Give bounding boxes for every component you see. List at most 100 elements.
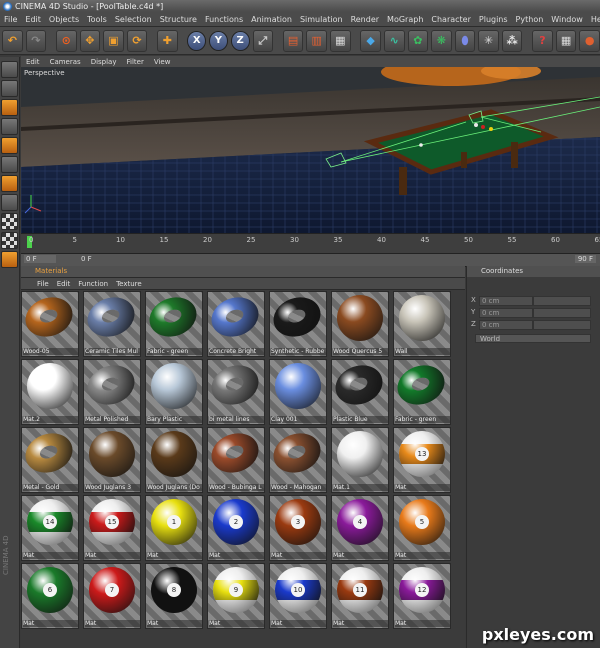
material-swatch[interactable]: Wood - Mahogan	[269, 427, 327, 493]
material-swatch[interactable]: 5 Mat	[393, 495, 451, 561]
menu-character[interactable]: Character	[427, 15, 475, 24]
edges-mode-icon[interactable]	[1, 156, 18, 173]
size-y-field[interactable]	[533, 308, 591, 318]
menu-functions[interactable]: Functions	[201, 15, 247, 24]
deformer-icon[interactable]: ⬮	[454, 29, 476, 52]
render-picture-viewer-icon[interactable]: ▥	[306, 29, 328, 52]
material-swatch[interactable]: Wood Juglans 3	[83, 427, 141, 493]
material-swatch[interactable]: Ceramic Tiles Mul	[83, 291, 141, 357]
menu-window[interactable]: Window	[547, 15, 587, 24]
z-axis-lock-button[interactable]: Z	[230, 30, 250, 51]
size-x-field[interactable]	[533, 296, 591, 306]
menu-objects[interactable]: Objects	[45, 15, 83, 24]
end-frame-field[interactable]: 90 F	[574, 255, 596, 263]
frame-range-bar[interactable]: 0 F 0 F 90 F	[21, 253, 600, 267]
material-swatch[interactable]: Wood Juglans (Do	[145, 427, 203, 493]
menu-render[interactable]: Render	[347, 15, 383, 24]
menu-animation[interactable]: Animation	[247, 15, 296, 24]
timeline[interactable]: 0 5 10 15 20 25 30 35 40 45 50 55 60 65	[21, 233, 600, 254]
size-z-field[interactable]	[533, 320, 591, 330]
menu-mograph[interactable]: MoGraph	[383, 15, 427, 24]
undo-button[interactable]: ↶	[2, 29, 23, 52]
cube-primitive-icon[interactable]: ◆	[360, 29, 381, 52]
recent-tools-icon[interactable]: ✚	[157, 29, 178, 52]
help-pointer-icon[interactable]: ?	[532, 29, 553, 52]
menu-selection[interactable]: Selection	[111, 15, 156, 24]
material-swatch[interactable]: Wall	[393, 291, 451, 357]
material-swatch[interactable]: Synthetic - Rubbe	[269, 291, 327, 357]
points-mode-icon[interactable]	[1, 137, 18, 154]
menu-tools[interactable]: Tools	[83, 15, 111, 24]
material-swatch[interactable]: 2 Mat	[207, 495, 265, 561]
menu-plugins[interactable]: Plugins	[475, 15, 512, 24]
menu-structure[interactable]: Structure	[156, 15, 201, 24]
material-swatch[interactable]: 3 Mat	[269, 495, 327, 561]
material-swatch[interactable]: Wood-05	[21, 291, 79, 357]
y-axis-lock-button[interactable]: Y	[209, 30, 228, 51]
current-frame-field[interactable]: 0 F	[81, 255, 92, 263]
coordinate-system-icon[interactable]: ⤢	[252, 29, 274, 52]
render-icon[interactable]: ●	[579, 29, 600, 52]
move-tool-icon[interactable]: ✥	[79, 29, 101, 52]
material-swatch[interactable]: 8 Mat	[145, 563, 203, 629]
environment-icon[interactable]: ⁂	[501, 29, 523, 52]
material-swatch[interactable]: Clay 001	[269, 359, 327, 425]
perspective-viewport[interactable]: Perspective	[21, 67, 600, 233]
position-z-field[interactable]: 0 cm	[479, 320, 533, 330]
rotate-tool-icon[interactable]: ⟳	[126, 29, 148, 52]
material-swatch[interactable]: Metal - Gold	[21, 427, 79, 493]
material-menu-file[interactable]: File	[33, 280, 53, 288]
material-swatch[interactable]: 11 Mat	[331, 563, 389, 629]
viewport-menu-filter[interactable]: Filter	[122, 58, 149, 66]
menu-python[interactable]: Python	[512, 15, 548, 24]
material-swatch[interactable]: 14 Mat	[21, 495, 79, 561]
redo-button[interactable]: ↷	[25, 29, 47, 52]
live-selection-tool-icon[interactable]: ⊙	[55, 29, 77, 52]
texture-mode-icon[interactable]	[1, 99, 18, 116]
material-swatch[interactable]: 7 Mat	[83, 563, 141, 629]
material-swatch[interactable]: Fabric - green	[393, 359, 451, 425]
scale-tool-icon[interactable]: ▣	[103, 29, 124, 52]
array-icon[interactable]: ❋	[431, 29, 452, 52]
render-settings-icon[interactable]: ▦	[330, 29, 351, 52]
x-axis-lock-button[interactable]: X	[187, 30, 207, 51]
position-y-field[interactable]: 0 cm	[479, 308, 533, 318]
snap-icon[interactable]	[1, 251, 18, 268]
material-swatch[interactable]: 1 Mat	[145, 495, 203, 561]
model-mode-icon[interactable]	[1, 61, 18, 78]
material-swatch[interactable]: Metal Polished	[83, 359, 141, 425]
spline-icon[interactable]: ∿	[383, 29, 405, 52]
material-menu-texture[interactable]: Texture	[112, 280, 146, 288]
menu-simulation[interactable]: Simulation	[296, 15, 347, 24]
menu-file[interactable]: File	[0, 15, 21, 24]
position-x-field[interactable]: 0 cm	[479, 296, 533, 306]
material-swatch[interactable]: Wood Quercus 5	[331, 291, 389, 357]
menu-help[interactable]: Help	[587, 15, 600, 24]
viewport-menu-cameras[interactable]: Cameras	[45, 58, 86, 66]
axis-mode-icon[interactable]	[1, 118, 18, 135]
material-swatch[interactable]: 12 Mat	[393, 563, 451, 629]
layout-icon[interactable]: ▦	[555, 29, 577, 52]
viewport-menu-view[interactable]: View	[149, 58, 176, 66]
material-swatch[interactable]: 13 Mat	[393, 427, 451, 493]
material-swatch[interactable]: Concrete Bright	[207, 291, 265, 357]
material-swatch[interactable]: 6 Mat	[21, 563, 79, 629]
checker-icon[interactable]	[1, 213, 18, 230]
texture-checker-icon[interactable]	[1, 232, 18, 249]
material-swatch[interactable]: 9 Mat	[207, 563, 265, 629]
object-mode-icon[interactable]	[1, 80, 18, 97]
polygons-mode-icon[interactable]	[1, 175, 18, 192]
start-frame-field[interactable]: 0 F	[24, 255, 56, 263]
material-swatch[interactable]: 10 Mat	[269, 563, 327, 629]
scene-icon[interactable]: ✳	[478, 29, 499, 52]
material-swatch[interactable]: Bary Plastic	[145, 359, 203, 425]
material-swatch[interactable]: 4 Mat	[331, 495, 389, 561]
material-swatch[interactable]: 15 Mat	[83, 495, 141, 561]
material-swatch[interactable]: bi metal lines	[207, 359, 265, 425]
menu-edit[interactable]: Edit	[21, 15, 45, 24]
material-swatch[interactable]: Mat.1	[331, 427, 389, 493]
material-menu-edit[interactable]: Edit	[53, 280, 75, 288]
material-swatch[interactable]: Mat.2	[21, 359, 79, 425]
viewport-menu-display[interactable]: Display	[86, 58, 122, 66]
material-menu-function[interactable]: Function	[74, 280, 112, 288]
